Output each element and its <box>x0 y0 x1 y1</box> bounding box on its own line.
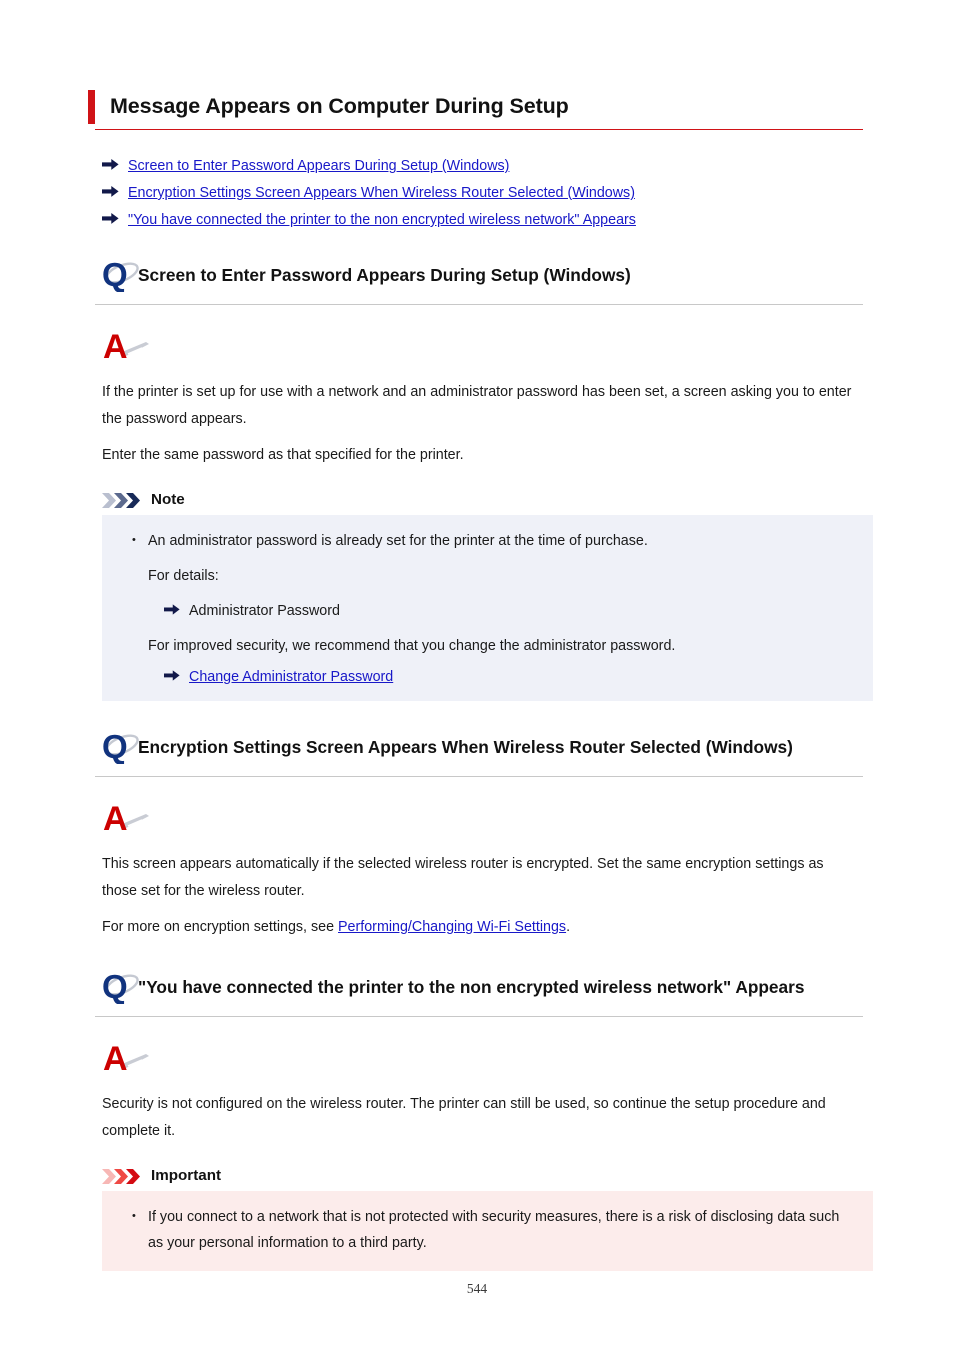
question-divider <box>95 1016 863 1017</box>
arrow-right-icon <box>102 185 119 198</box>
note-detail-ref: Administrator Password <box>189 603 340 619</box>
question-q-icon: Q <box>101 256 149 292</box>
important-callout-label: Important <box>151 1167 222 1184</box>
answer-a-icon: A <box>102 325 152 365</box>
link-paragraph-prefix: For more on encryption settings, see <box>102 919 339 935</box>
wifi-settings-link[interactable]: Performing/Changing Wi-Fi Settings <box>338 919 566 935</box>
toc-link-list: Screen to Enter Password Appears During … <box>102 157 863 229</box>
page-content: Message Appears on Computer During Setup… <box>88 90 873 1271</box>
question-title-1: Screen to Enter Password Appears During … <box>138 265 631 285</box>
important-callout-header: Important <box>102 1167 863 1185</box>
important-callout-body: If you connect to a network that is not … <box>102 1191 873 1271</box>
list-item: "You have connected the printer to the n… <box>102 211 863 229</box>
question-q-icon: Q <box>101 968 149 1004</box>
question-divider <box>95 304 863 305</box>
toc-link-1[interactable]: Screen to Enter Password Appears During … <box>128 158 509 175</box>
note-callout-body: An administrator password is already set… <box>102 515 873 701</box>
change-administrator-password-link[interactable]: Change Administrator Password <box>189 669 393 686</box>
qa-section-1: Q Screen to Enter Password Appears Durin… <box>88 256 873 701</box>
toc-link-2[interactable]: Encryption Settings Screen Appears When … <box>128 185 635 202</box>
question-heading-row: Q "You have connected the printer to the… <box>88 968 863 1014</box>
page-title: Message Appears on Computer During Setup <box>110 94 569 118</box>
note-callout-header: Note <box>102 491 863 509</box>
title-accent-bar <box>88 90 95 124</box>
note-security-text: For improved security, we recommend that… <box>148 638 676 654</box>
svg-text:Q: Q <box>102 968 128 1004</box>
answer-paragraph-1b: Enter the same password as that specifie… <box>102 447 464 463</box>
title-divider <box>95 129 863 130</box>
document-page: Message Appears on Computer During Setup… <box>0 0 954 1350</box>
page-title-row: Message Appears on Computer During Setup <box>88 90 863 124</box>
qa-section-2: Q Encryption Settings Screen Appears Whe… <box>88 728 863 941</box>
important-callout: Important If you connect to a network th… <box>102 1167 873 1271</box>
svg-text:Q: Q <box>102 256 128 292</box>
question-heading-row: Q Screen to Enter Password Appears Durin… <box>88 256 863 302</box>
toc-link-3[interactable]: "You have connected the printer to the n… <box>128 212 636 229</box>
arrow-right-icon <box>102 212 119 225</box>
question-title-2: Encryption Settings Screen Appears When … <box>138 737 793 757</box>
arrow-right-icon <box>164 669 180 682</box>
svg-text:A: A <box>103 328 128 365</box>
answer-a-icon: A <box>102 1037 152 1077</box>
note-bullet-text: An administrator password is already set… <box>132 527 853 554</box>
chevrons-note-icon <box>102 492 146 509</box>
chevrons-important-icon <box>102 1168 146 1185</box>
question-divider <box>95 776 863 777</box>
list-item: Encryption Settings Screen Appears When … <box>102 184 863 202</box>
note-callout: Note An administrator password is alread… <box>102 491 873 701</box>
important-bullet-text: If you connect to a network that is not … <box>132 1203 853 1256</box>
answer-paragraph-2a: This screen appears automatically if the… <box>102 856 824 899</box>
note-detail-link-row: Change Administrator Password <box>132 668 853 686</box>
svg-text:Q: Q <box>102 728 128 764</box>
answer-paragraph-2b: For more on encryption settings, see Per… <box>102 914 862 941</box>
note-callout-label: Note <box>151 491 185 508</box>
question-q-icon: Q <box>101 728 149 764</box>
arrow-right-icon <box>102 158 119 171</box>
list-item: Screen to Enter Password Appears During … <box>102 157 863 175</box>
question-heading-row: Q Encryption Settings Screen Appears Whe… <box>88 728 863 774</box>
answer-paragraph-3a: Security is not configured on the wirele… <box>102 1096 826 1139</box>
svg-text:A: A <box>103 800 128 837</box>
answer-a-icon: A <box>102 797 152 837</box>
note-detail-intro: For details: <box>148 568 219 584</box>
page-number: 544 <box>466 1281 488 1296</box>
qa-section-3: Q "You have connected the printer to the… <box>88 968 873 1271</box>
svg-text:A: A <box>103 1040 128 1077</box>
arrow-right-icon <box>164 603 180 616</box>
question-title-3: "You have connected the printer to the n… <box>138 977 805 997</box>
link-paragraph-suffix: . <box>566 919 571 935</box>
answer-paragraph-1a: If the printer is set up for use with a … <box>102 384 852 427</box>
note-detail-ref-row: Administrator Password <box>132 598 853 624</box>
